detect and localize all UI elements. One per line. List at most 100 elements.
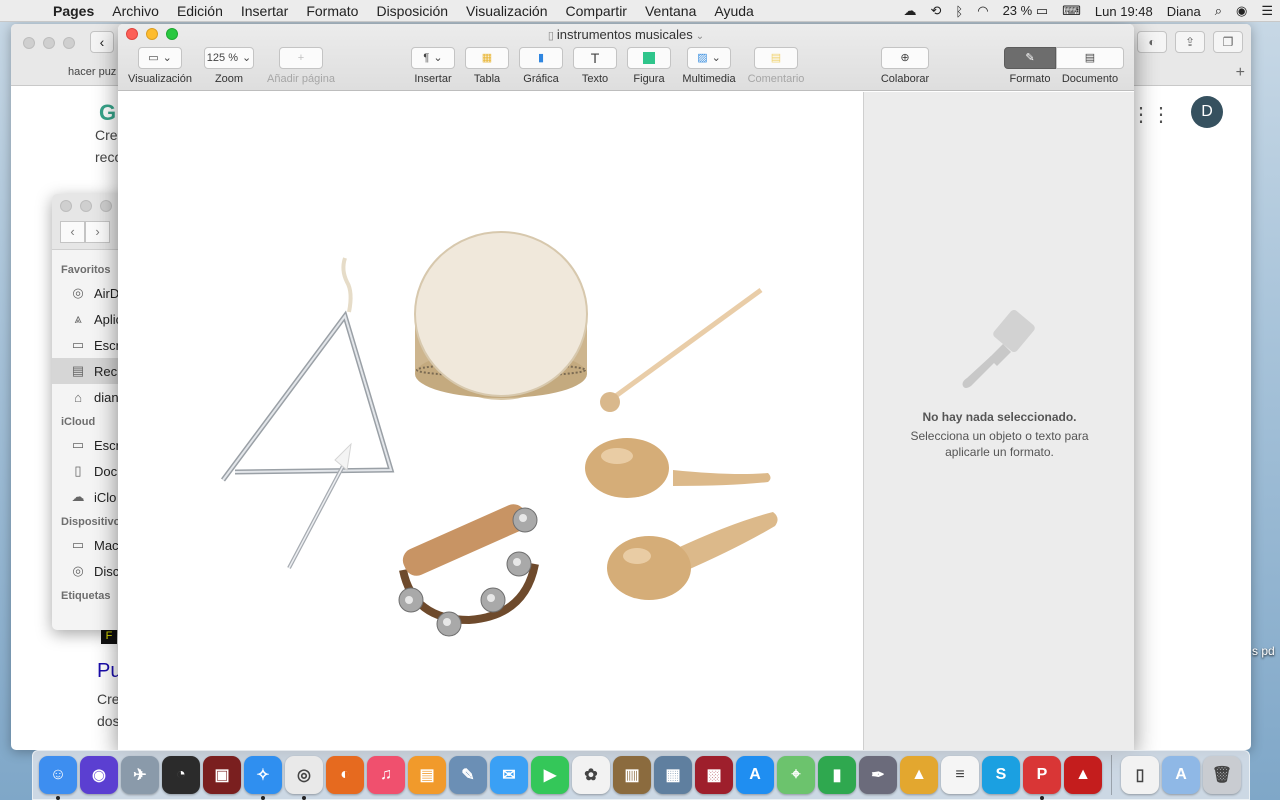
dock-photos-icon[interactable]: ✿ [572, 756, 610, 794]
format-button-group[interactable]: ✎ Formato [1004, 47, 1056, 85]
menubar-user[interactable]: Diana [1160, 4, 1208, 19]
view-button[interactable]: ▭ ⌄ [138, 47, 182, 69]
finder-close-button[interactable] [60, 200, 72, 212]
menu-ayuda[interactable]: Ayuda [705, 3, 762, 19]
view-button-group[interactable]: ▭ ⌄ Visualización [126, 47, 194, 85]
dock-keynote-icon[interactable]: ▲ [900, 756, 938, 794]
site-logo-icon[interactable]: G [99, 100, 116, 126]
dock-siri-icon[interactable]: ◉ [80, 756, 118, 794]
finder-zoom-button[interactable] [100, 200, 112, 212]
notification-center-icon[interactable]: ☰ [1254, 3, 1280, 19]
table-button-group[interactable]: ▦ Tabla [464, 47, 510, 85]
search-result-desc: Cre dos [97, 688, 120, 732]
dock-dashboard-icon[interactable]: ◔ [162, 756, 200, 794]
browser-back-button[interactable]: ‹ [90, 31, 114, 53]
dock-notefile-icon[interactable]: ▥ [613, 756, 651, 794]
browser-minimize-button[interactable] [43, 37, 55, 49]
browser-share-icon[interactable]: ⇪ [1175, 31, 1205, 53]
dock-trash-icon[interactable]: 🗑 [1203, 756, 1241, 794]
apps-grid-icon[interactable]: ⋮⋮ [1131, 102, 1171, 127]
dock-textedit-icon[interactable]: ≡ [941, 756, 979, 794]
dock-chrome-icon[interactable]: ◎ [285, 756, 323, 800]
applications-icon: ⩓ [74, 311, 82, 326]
dock-firefox-icon[interactable]: ◐ [326, 756, 364, 794]
keyboard-input-icon[interactable]: ⌨ [1055, 3, 1088, 19]
menu-ventana[interactable]: Ventana [636, 3, 705, 19]
dock-photo-app-icon[interactable]: ▩ [695, 756, 733, 794]
zoom-button-group[interactable]: 125 % ⌄ Zoom [204, 47, 254, 85]
document-canvas[interactable] [118, 92, 863, 750]
browser-tab-label[interactable]: hacer puz [68, 66, 116, 78]
dock-maps-icon[interactable]: ⌖ [777, 756, 815, 794]
dock-downloads-folder-icon[interactable]: A [1162, 756, 1200, 794]
dock-books-icon[interactable]: ▤ [408, 756, 446, 794]
finder-back-button[interactable]: ‹ [60, 221, 85, 243]
menu-archivo[interactable]: Archivo [103, 3, 168, 19]
account-avatar[interactable]: D [1191, 96, 1223, 128]
dock-launchpad-icon[interactable]: ✈ [121, 756, 159, 794]
dock-finder-icon[interactable]: ☺ [39, 756, 77, 800]
dock-pdf-app-icon[interactable]: P [1023, 756, 1061, 800]
table-button[interactable]: ▦ [465, 47, 509, 69]
chart-button[interactable]: ▮ [519, 47, 563, 69]
document-title-bar[interactable]: ▯ instrumentos musicales ⌄ [118, 27, 1134, 42]
media-button[interactable]: ▨ ⌄ [687, 47, 731, 69]
spotlight-search-icon[interactable]: ⌕ [1208, 3, 1229, 19]
triangle-instrument [220, 257, 395, 569]
dock-image-capture-icon[interactable]: ▦ [654, 756, 692, 794]
browser-reader-icon[interactable]: ◐ [1137, 31, 1167, 53]
document-button-group[interactable]: ▤ Documento [1056, 47, 1124, 85]
shape-button[interactable] [627, 47, 671, 69]
dock-safari-icon[interactable]: ✧ [244, 756, 282, 800]
musical-instruments-image[interactable] [213, 230, 793, 650]
format-button[interactable]: ✎ [1004, 47, 1056, 69]
siri-icon[interactable]: ◉ [1229, 3, 1254, 19]
dock-photo-booth-icon[interactable]: ▣ [203, 756, 241, 794]
dock-facetime-icon[interactable]: ▶ [531, 756, 569, 794]
add-page-button[interactable]: + [279, 47, 323, 69]
text-button[interactable]: T [573, 47, 617, 69]
browser-close-button[interactable] [23, 37, 35, 49]
menu-visualizacion[interactable]: Visualización [457, 3, 556, 19]
menu-app-pages[interactable]: Pages [44, 3, 103, 19]
dock-skype-icon[interactable]: S [982, 756, 1020, 794]
menu-insertar[interactable]: Insertar [232, 3, 297, 19]
menu-formato[interactable]: Formato [297, 3, 367, 19]
browser-zoom-button[interactable] [63, 37, 75, 49]
text-button-group[interactable]: T Texto [572, 47, 618, 85]
dock-messages-icon[interactable]: ✉ [490, 756, 528, 794]
new-tab-icon[interactable]: + [1236, 64, 1245, 82]
desktop-file-label[interactable]: s pd [1252, 644, 1275, 658]
comment-button-group[interactable]: ▤ Comentario [746, 47, 806, 85]
dock-app-store-icon[interactable]: A [736, 756, 774, 794]
shape-button-group[interactable]: Figura [626, 47, 672, 85]
dock-acrobat-icon[interactable]: ▲ [1064, 756, 1102, 794]
dock-document-file-icon[interactable]: ▯ [1121, 756, 1159, 794]
collaborate-button-group[interactable]: ⊕ Colaborar [880, 47, 930, 85]
chart-button-group[interactable]: ▮ Gráfica [518, 47, 564, 85]
zoom-select[interactable]: 125 % ⌄ [204, 47, 254, 69]
dock-music-icon[interactable]: ♫ [367, 756, 405, 794]
battery-status[interactable]: 23 % ▭ [996, 3, 1056, 19]
add-page-button-group[interactable]: + Añadir página [264, 47, 338, 85]
bluetooth-icon[interactable]: ᛒ [948, 4, 970, 19]
wifi-icon[interactable]: ◠ [970, 3, 995, 19]
menubar-clock[interactable]: Lun 19:48 [1088, 4, 1160, 19]
collaborate-button[interactable]: ⊕ [881, 47, 929, 69]
menu-edicion[interactable]: Edición [168, 3, 232, 19]
creative-cloud-icon[interactable]: ☁ [897, 3, 924, 19]
browser-tabs-icon[interactable]: ❐ [1213, 31, 1243, 53]
media-button-group[interactable]: ▨ ⌄ Multimedia [680, 47, 738, 85]
comment-button[interactable]: ▤ [754, 47, 798, 69]
insert-button[interactable]: ¶ ⌄ [411, 47, 455, 69]
menu-disposicion[interactable]: Disposición [367, 3, 457, 19]
insert-button-group[interactable]: ¶ ⌄ Insertar [410, 47, 456, 85]
menu-compartir[interactable]: Compartir [557, 3, 636, 19]
document-button[interactable]: ▤ [1056, 47, 1124, 69]
dock-numbers-icon[interactable]: ▮ [818, 756, 856, 794]
finder-minimize-button[interactable] [80, 200, 92, 212]
time-machine-icon[interactable]: ⟲ [924, 3, 949, 19]
dock-script-editor-icon[interactable]: ✒ [859, 756, 897, 794]
finder-forward-button[interactable]: › [85, 221, 110, 243]
dock-preview-icon[interactable]: ✎ [449, 756, 487, 794]
